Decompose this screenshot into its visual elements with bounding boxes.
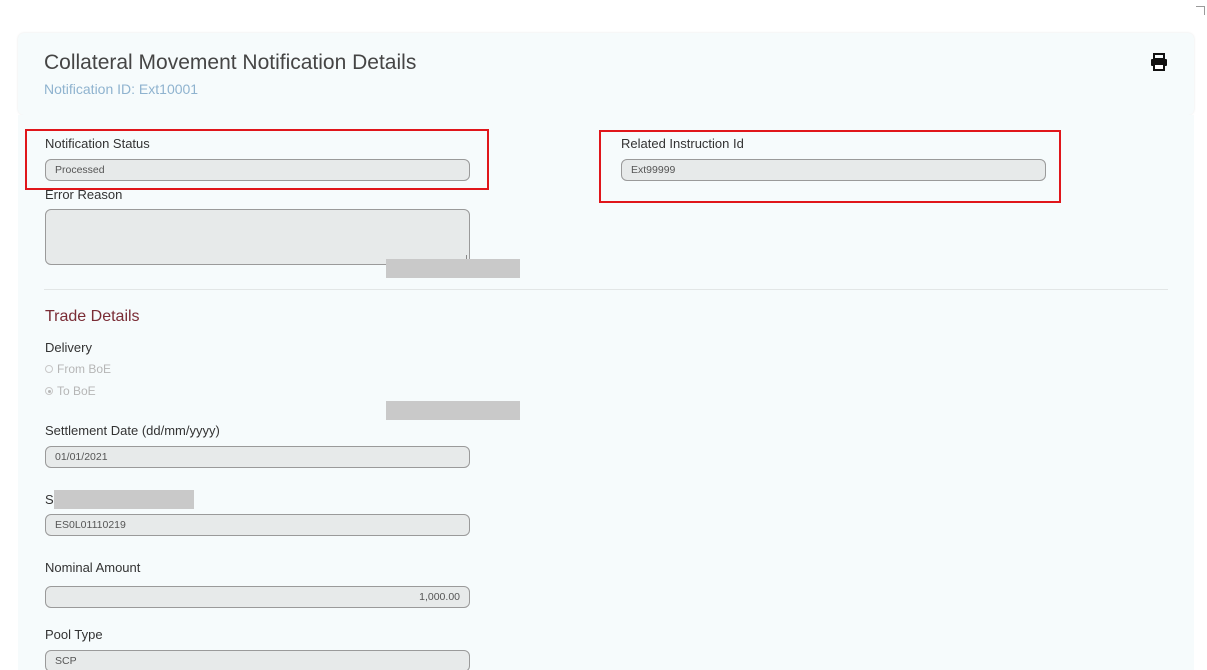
delivery-label: Delivery: [45, 340, 92, 355]
notification-id: Notification ID: Ext10001: [44, 81, 199, 97]
radio-icon[interactable]: [45, 365, 53, 373]
nominal-amount-field[interactable]: 1,000.00: [45, 586, 470, 608]
header-card: Collateral Movement Notification Details…: [18, 33, 1194, 115]
error-reason-textarea[interactable]: [45, 209, 470, 265]
redacted-block: [386, 401, 520, 420]
content-card: Notification Status Processed Related In…: [18, 115, 1194, 670]
redacted-block: [386, 259, 520, 278]
security-label: S: [45, 492, 54, 507]
security-field[interactable]: ES0L01110219: [45, 514, 470, 536]
highlight-box-related-instruction-id: [599, 130, 1061, 203]
nominal-amount-label: Nominal Amount: [45, 560, 141, 575]
trade-details-title: Trade Details: [45, 308, 140, 325]
redacted-block: [54, 490, 194, 509]
delivery-option-label: To BoE: [57, 384, 96, 398]
window-corner-icon: [1196, 6, 1205, 15]
pool-type-field[interactable]: SCP: [45, 650, 470, 670]
settlement-date-label: Settlement Date (dd/mm/yyyy): [45, 423, 220, 438]
delivery-option-label: From BoE: [57, 362, 112, 376]
delivery-option-to-boe[interactable]: To BoE: [45, 384, 96, 398]
page-title: Collateral Movement Notification Details: [44, 51, 417, 74]
radio-checked-icon[interactable]: [45, 387, 53, 395]
error-reason-label: Error Reason: [45, 187, 123, 202]
section-divider: [44, 289, 1168, 290]
delivery-option-from-boe[interactable]: From BoE: [45, 362, 111, 376]
page: Collateral Movement Notification Details…: [0, 0, 1207, 670]
settlement-date-field[interactable]: 01/01/2021: [45, 446, 470, 468]
pool-type-label: Pool Type: [45, 627, 103, 642]
print-icon[interactable]: [1150, 53, 1168, 71]
highlight-box-notification-status: [25, 129, 489, 190]
